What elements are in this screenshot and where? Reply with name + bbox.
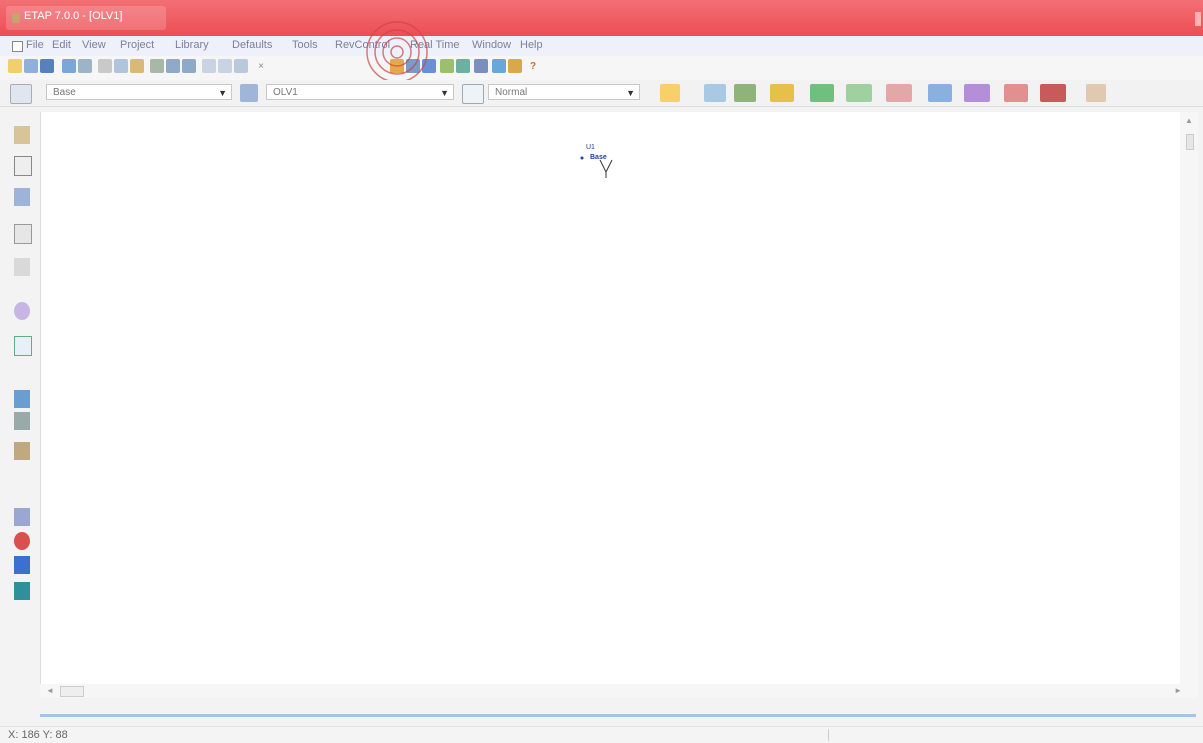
meter-tool-icon[interactable] bbox=[14, 582, 30, 600]
motor-tool-icon[interactable] bbox=[14, 302, 30, 320]
presentation-select-value: Base bbox=[53, 87, 76, 98]
motor-acceleration-icon[interactable] bbox=[810, 84, 834, 102]
chevron-down-icon: ▼ bbox=[626, 88, 635, 98]
bus-tool-icon[interactable] bbox=[14, 188, 30, 206]
print-icon[interactable] bbox=[62, 59, 76, 73]
revision-icon[interactable] bbox=[240, 84, 258, 102]
revision-select[interactable]: OLV1 ▼ bbox=[266, 84, 454, 100]
menu-edit[interactable]: Edit bbox=[52, 39, 71, 51]
config-icon[interactable] bbox=[462, 84, 484, 104]
edit-mode-icon[interactable] bbox=[660, 84, 680, 102]
optimal-power-flow-icon[interactable] bbox=[964, 84, 990, 102]
mode-toolbar: Base ▼ OLV1 ▼ Normal ▼ bbox=[0, 80, 1203, 107]
scroll-right-icon[interactable]: ► bbox=[1174, 686, 1182, 695]
node-tool-icon[interactable] bbox=[14, 532, 30, 550]
config-select-value: Normal bbox=[495, 87, 528, 98]
edit-tool-icon[interactable] bbox=[14, 156, 32, 176]
short-circuit-icon[interactable] bbox=[734, 84, 756, 102]
menu-tools[interactable]: Tools bbox=[292, 39, 318, 51]
menu-project[interactable]: Project bbox=[120, 39, 154, 51]
capacitor-tool-icon[interactable] bbox=[14, 556, 30, 574]
grid-icon[interactable] bbox=[234, 59, 248, 73]
menu-window[interactable]: Window bbox=[472, 39, 511, 51]
display-options-icon[interactable] bbox=[474, 59, 488, 73]
standard-toolbar: × ? bbox=[0, 56, 1203, 80]
pane-divider[interactable] bbox=[40, 714, 1196, 717]
pan-icon[interactable] bbox=[150, 59, 164, 73]
cable-tool-icon[interactable] bbox=[14, 258, 30, 276]
library-icon[interactable] bbox=[456, 59, 470, 73]
new-icon[interactable] bbox=[8, 59, 22, 73]
title-bar: ETAP 7.0.0 - [OLV1] bbox=[0, 0, 1203, 36]
ground-tool-icon[interactable] bbox=[14, 412, 30, 430]
print-preview-icon[interactable] bbox=[78, 59, 92, 73]
generator-tool-icon[interactable] bbox=[14, 390, 30, 408]
menu-view[interactable]: View bbox=[82, 39, 106, 51]
redo-icon[interactable] bbox=[218, 59, 232, 73]
left-toolbar bbox=[8, 112, 36, 702]
save-icon[interactable] bbox=[40, 59, 54, 73]
relay-tool-icon[interactable] bbox=[14, 442, 30, 460]
undo-icon[interactable] bbox=[202, 59, 216, 73]
ground-grid-icon[interactable] bbox=[1040, 84, 1066, 102]
revision-select-value: OLV1 bbox=[273, 87, 298, 98]
status-separator bbox=[828, 729, 829, 741]
scroll-left-icon[interactable]: ◄ bbox=[46, 686, 54, 695]
arc-flash-icon[interactable] bbox=[770, 84, 794, 102]
menu-bar: File Edit View Project Library Defaults … bbox=[0, 36, 1203, 56]
window-title: ETAP 7.0.0 - [OLV1] bbox=[24, 10, 123, 22]
scroll-up-icon[interactable]: ▲ bbox=[1185, 116, 1193, 125]
cursor-coordinates: X: 186 Y: 88 bbox=[8, 729, 68, 741]
transformer-tool-icon[interactable] bbox=[14, 224, 32, 244]
transient-stability-icon[interactable] bbox=[886, 84, 912, 102]
menu-file[interactable]: File bbox=[26, 39, 44, 51]
menu-library[interactable]: Library bbox=[175, 39, 209, 51]
cable-pulling-icon[interactable] bbox=[1086, 84, 1106, 102]
zoom-out-icon[interactable] bbox=[182, 59, 196, 73]
close-icon[interactable]: × bbox=[254, 59, 268, 73]
zoom-in-icon[interactable] bbox=[166, 59, 180, 73]
horizontal-scrollbar[interactable]: ◄ ► bbox=[40, 684, 1198, 698]
help-icon[interactable]: ? bbox=[526, 59, 540, 73]
one-line-diagram-canvas[interactable] bbox=[40, 112, 1181, 684]
presentation-select[interactable]: Base ▼ bbox=[46, 84, 232, 100]
diagram-element[interactable]: U1 Base bbox=[578, 144, 638, 180]
vertical-scrollbar[interactable]: ▲ bbox=[1180, 112, 1198, 684]
get-template-icon[interactable] bbox=[492, 59, 506, 73]
protective-coordination-icon[interactable] bbox=[928, 84, 952, 102]
vertical-scroll-thumb[interactable] bbox=[1186, 134, 1194, 150]
window-control-icon[interactable] bbox=[1195, 12, 1201, 26]
cut-icon[interactable] bbox=[98, 59, 112, 73]
menu-help[interactable]: Help bbox=[520, 39, 543, 51]
chevron-down-icon: ▼ bbox=[440, 88, 449, 98]
load-flow-icon[interactable] bbox=[704, 84, 726, 102]
element-symbol-icon bbox=[580, 156, 613, 178]
chevron-down-icon: ▼ bbox=[218, 88, 227, 98]
load-tool-icon[interactable] bbox=[14, 336, 32, 356]
open-icon[interactable] bbox=[24, 59, 38, 73]
horizontal-scroll-thumb[interactable] bbox=[60, 686, 84, 697]
reliability-icon[interactable] bbox=[1004, 84, 1028, 102]
document-icon[interactable] bbox=[12, 41, 23, 52]
select-tool-icon[interactable] bbox=[14, 126, 30, 144]
config-select[interactable]: Normal ▼ bbox=[488, 84, 640, 100]
menu-defaults[interactable]: Defaults bbox=[232, 39, 272, 51]
presentation-icon[interactable] bbox=[10, 84, 32, 104]
app-icon bbox=[12, 13, 20, 23]
fuse-tool-icon[interactable] bbox=[14, 508, 30, 526]
add-template-icon[interactable] bbox=[508, 59, 522, 73]
harmonic-icon[interactable] bbox=[846, 84, 872, 102]
copy-icon[interactable] bbox=[114, 59, 128, 73]
status-bar: X: 186 Y: 88 bbox=[0, 726, 1203, 743]
paste-icon[interactable] bbox=[130, 59, 144, 73]
